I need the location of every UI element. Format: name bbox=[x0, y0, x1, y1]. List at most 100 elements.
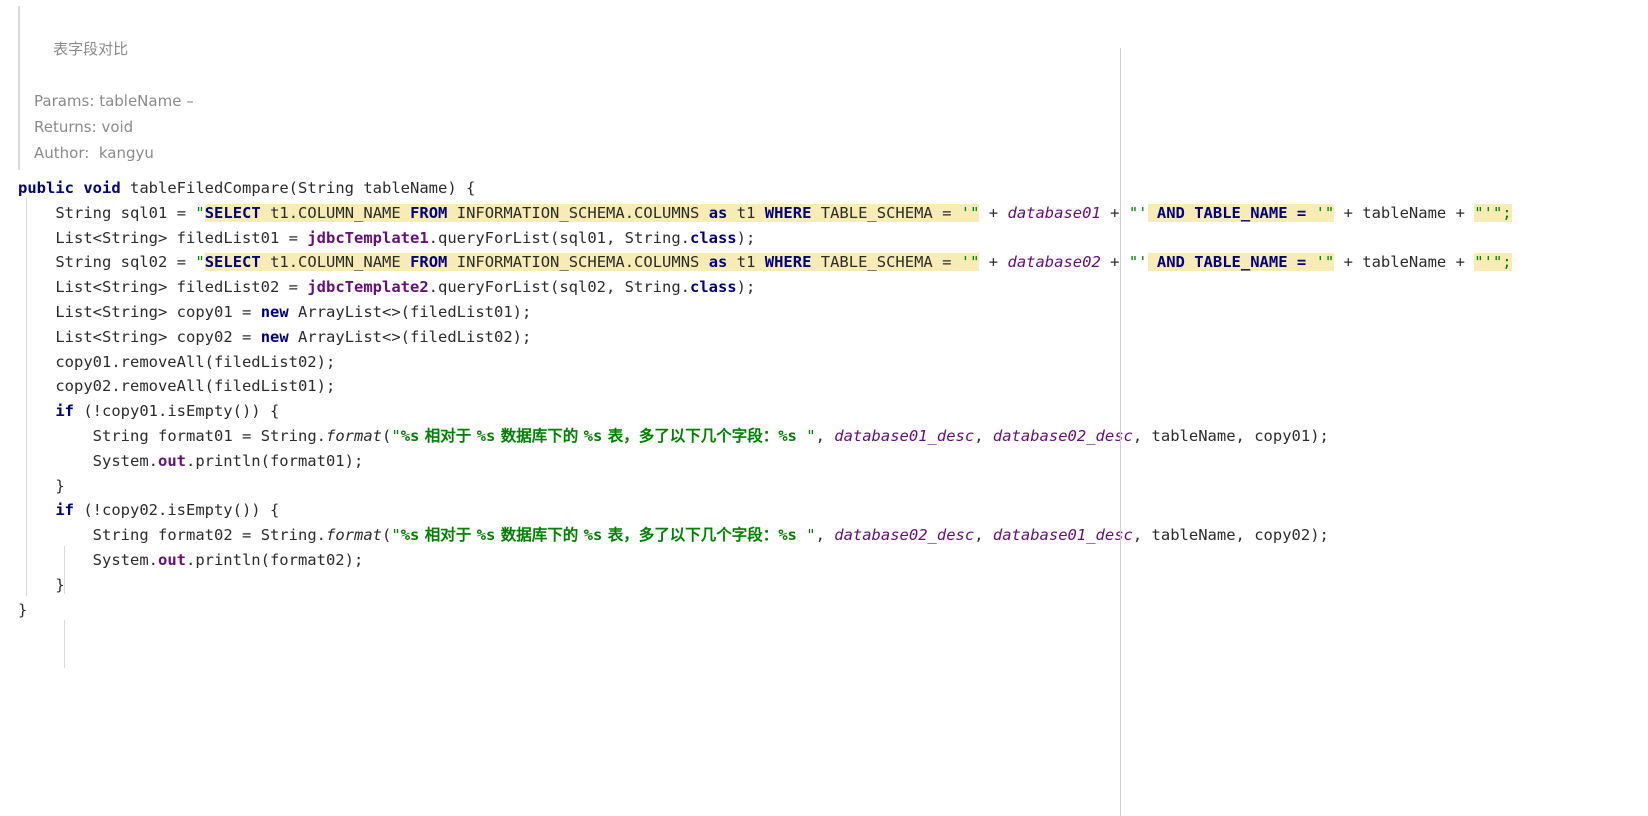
code-line-removeall02[interactable]: copy02.removeAll(filedList01); bbox=[18, 374, 1648, 399]
sql2-space-10 bbox=[1147, 253, 1157, 272]
sep-2-2: , bbox=[1132, 526, 1152, 545]
comma-1: , bbox=[815, 426, 835, 445]
field-database01-desc-2: database01_desc bbox=[992, 526, 1133, 545]
sql2-space-4 bbox=[699, 253, 709, 272]
code-line-filedlist02[interactable]: List<String> filedList02 = jdbcTemplate2… bbox=[18, 275, 1648, 300]
code-line-println02[interactable]: System.out.println(format02); bbox=[18, 548, 1648, 573]
javadoc-params-row: Params: tableName – bbox=[34, 88, 1648, 114]
line-tail-1: ); bbox=[736, 228, 756, 247]
sql-keyword-select-2: SELECT bbox=[204, 253, 261, 272]
open-paren-format-1: ( bbox=[382, 426, 392, 445]
stmt-removeall-1: copy01.removeAll(filedList02); bbox=[55, 352, 336, 371]
sql-field-table-name-2: TABLE_NAME bbox=[1194, 253, 1288, 272]
assign-op-2: = bbox=[288, 228, 298, 247]
code-line-removeall01[interactable]: copy01.removeAll(filedList02); bbox=[18, 350, 1648, 375]
format-spec-b-1: %s bbox=[476, 426, 496, 445]
keyword-new-1: new bbox=[260, 302, 289, 321]
code-line-copy02[interactable]: List<String> copy02 = new ArrayList<>(fi… bbox=[18, 325, 1648, 350]
format-text-c-2: 表，多了以下几个字段： bbox=[602, 526, 779, 545]
keyword-class-2: class bbox=[689, 278, 737, 297]
if-condition-1: (!copy01.isEmpty()) { bbox=[74, 402, 280, 421]
code-line-close-if01[interactable]: } bbox=[18, 474, 1648, 499]
sql2-space-11 bbox=[1184, 253, 1195, 272]
method-queryforlist-1: .queryForList( bbox=[428, 228, 560, 247]
sql-space-1 bbox=[260, 203, 271, 222]
close-paren: ) bbox=[447, 179, 457, 197]
sql-column-list-2: t1.COLUMN_NAME bbox=[270, 253, 401, 272]
sql-equals-2: = bbox=[1296, 203, 1307, 222]
method-format-2: format bbox=[326, 526, 383, 545]
code-line-if02[interactable]: if (!copy02.isEmpty()) { bbox=[18, 498, 1648, 523]
format-string-open-2: " bbox=[391, 526, 401, 545]
javadoc-author-label: Author: bbox=[34, 144, 90, 162]
sql-alias: t1 bbox=[736, 203, 756, 222]
sql-keyword-as: as bbox=[708, 203, 728, 222]
code-line-method-signature[interactable]: public void tableFiledCompare(String tab… bbox=[18, 176, 1648, 201]
sql2-space-5 bbox=[727, 253, 737, 272]
sql-table-name: INFORMATION_SCHEMA.COLUMNS bbox=[456, 203, 700, 222]
code-editor-content[interactable]: public void tableFiledCompare(String tab… bbox=[0, 48, 1648, 816]
format-spec-a-2: %s bbox=[400, 526, 420, 545]
code-line-println01[interactable]: System.out.println(format01); bbox=[18, 449, 1648, 474]
code-line-sql01[interactable]: String sql01 = "SELECT t1.COLUMN_NAME FR… bbox=[18, 201, 1648, 226]
constructor-arraylist-1: ArrayList<>(filedList01); bbox=[298, 302, 532, 321]
var-sql02: sql02 bbox=[120, 253, 168, 272]
var-sql01: sql01 bbox=[120, 203, 168, 222]
code-line-if01[interactable]: if (!copy01.isEmpty()) { bbox=[18, 399, 1648, 424]
class-string-2: String. bbox=[260, 526, 327, 545]
field-database02-desc-2: database02_desc bbox=[834, 526, 975, 545]
type-string: String bbox=[55, 203, 112, 222]
close-brace-method: } bbox=[18, 600, 28, 619]
var-filedlist02: filedList02 bbox=[176, 278, 280, 297]
sql-keyword-where-2: WHERE bbox=[764, 253, 812, 272]
format-spec-a-1: %s bbox=[400, 426, 420, 445]
sql-keyword-from: FROM bbox=[410, 203, 448, 222]
code-line-format02[interactable]: String format02 = String.format("%s 相对于 … bbox=[18, 523, 1648, 548]
code-line-filedlist01[interactable]: List<String> filedList01 = jdbcTemplate1… bbox=[18, 226, 1648, 251]
sql-quote-close-4: '" bbox=[1315, 253, 1335, 272]
var-copy02: copy02 bbox=[176, 327, 233, 346]
sql-alias-2: t1 bbox=[736, 253, 756, 272]
line-tail-2: ); bbox=[736, 278, 756, 297]
right-margin-guide bbox=[1120, 48, 1121, 816]
sql-keyword-and-2: AND bbox=[1156, 253, 1185, 272]
sql-keyword-and: AND bbox=[1156, 203, 1185, 222]
format-string-close-2: " bbox=[796, 526, 816, 545]
type-list-string-4: List<String> bbox=[55, 327, 168, 346]
comma-2: , bbox=[815, 526, 835, 545]
sql-space-7 bbox=[811, 203, 821, 222]
arg-sql01: sql01, bbox=[559, 228, 625, 247]
format-text-a-2: 相对于 bbox=[419, 526, 477, 545]
sql-space-3 bbox=[447, 203, 457, 222]
class-string-1: String. bbox=[260, 426, 327, 445]
arg-copy01: copy01 bbox=[1254, 426, 1311, 445]
var-copy01: copy01 bbox=[176, 302, 233, 321]
arg-tablename-1: tableName bbox=[1151, 426, 1236, 445]
open-brace: { bbox=[466, 179, 476, 197]
sql-space-13 bbox=[1306, 203, 1316, 222]
javadoc-comment-block: 表字段对比 Params: tableName – Returns: void … bbox=[0, 0, 1648, 172]
code-line-close-if02[interactable]: } bbox=[18, 573, 1648, 598]
assign-op-5: = bbox=[242, 302, 252, 321]
sep-3-2: , bbox=[1235, 526, 1255, 545]
javadoc-returns-value: void bbox=[101, 118, 134, 136]
code-line-copy01[interactable]: List<String> copy01 = new ArrayList<>(fi… bbox=[18, 300, 1648, 325]
keyword-class-1: class bbox=[689, 228, 737, 247]
string-open-quote: " bbox=[195, 203, 205, 222]
string-open-quote-4: "' bbox=[1128, 253, 1148, 272]
sql-keyword-where: WHERE bbox=[764, 203, 812, 222]
sql2-space-1 bbox=[260, 253, 271, 272]
field-jdbctemplate1: jdbcTemplate1 bbox=[307, 228, 429, 247]
sql-field-table-name: TABLE_NAME bbox=[1194, 203, 1288, 222]
concat-op-8: + bbox=[1455, 253, 1465, 272]
code-line-format01[interactable]: String format01 = String.format("%s 相对于 … bbox=[18, 424, 1648, 449]
sql-field-table-schema-2: TABLE_SCHEMA bbox=[820, 253, 933, 272]
code-line-sql02[interactable]: String sql02 = "SELECT t1.COLUMN_NAME FR… bbox=[18, 250, 1648, 275]
line-tail-format-1: ); bbox=[1310, 426, 1329, 445]
field-database01-desc-1: database01_desc bbox=[834, 426, 975, 445]
code-line-close-method[interactable]: } bbox=[18, 598, 1648, 623]
sql2-space-3 bbox=[447, 253, 457, 272]
type-list-string-1: List<String> bbox=[55, 228, 168, 247]
var-filedlist01: filedList01 bbox=[176, 228, 280, 247]
class-system-1: System. bbox=[92, 451, 158, 470]
